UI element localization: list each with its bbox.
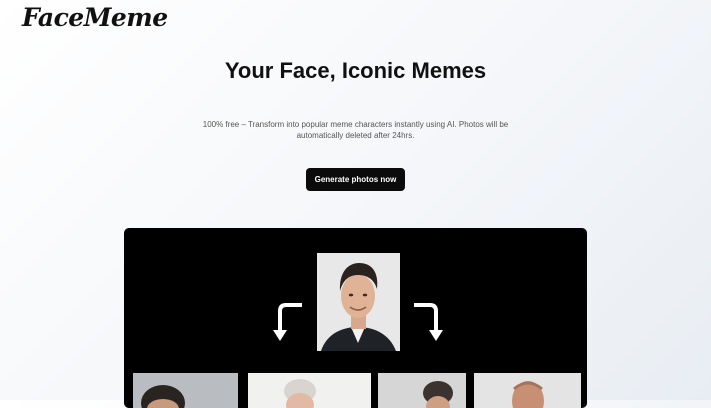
- generate-photos-button[interactable]: Generate photos now: [306, 168, 405, 191]
- hero-subtitle: 100% free – Transform into popular meme …: [202, 120, 509, 140]
- site-logo[interactable]: FaceMeme: [22, 3, 168, 32]
- meme-result-photo-4: [474, 373, 581, 408]
- source-portrait-photo: [317, 253, 400, 351]
- demo-showcase: [124, 228, 587, 408]
- curved-arrow-down-left-icon: [272, 301, 306, 350]
- hero-title: Your Face, Iconic Memes: [224, 58, 487, 83]
- meme-result-photo-1: [133, 373, 238, 408]
- meme-result-photo-3: [378, 373, 466, 408]
- meme-result-photo-2: [248, 373, 371, 408]
- curved-arrow-down-right-icon: [410, 301, 444, 350]
